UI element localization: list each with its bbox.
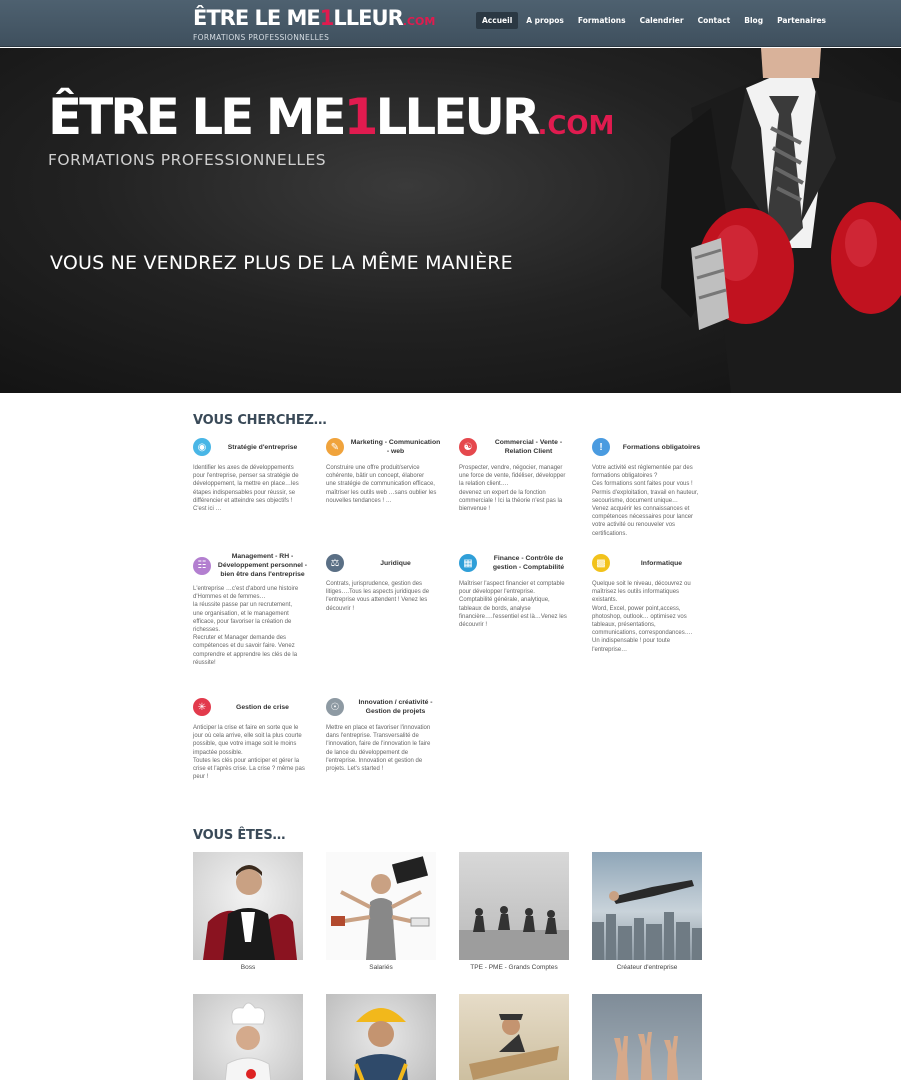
services-section-title: VOUS CHERCHEZ… (193, 413, 327, 428)
nav-item-formations[interactable]: Formations (572, 12, 632, 29)
worker-image (326, 994, 436, 1080)
service-card-text: Construire une offre produit/service coh… (326, 465, 437, 504)
nav-item-a-propos[interactable]: A propos (520, 12, 570, 29)
audience-tile-boss[interactable]: Boss (193, 852, 303, 971)
hero-banner: ÊTRE LE ME1LLEUR.COM FORMATIONS PROFESSI… (0, 48, 901, 393)
service-card-strategie[interactable]: ◉ Stratégie d'entreprise Identifier les … (193, 436, 308, 513)
service-card-informatique[interactable]: ▩ Informatique Quelque soit le niveau, d… (592, 552, 707, 654)
business-race-image (459, 852, 569, 960)
hero-logo-wordmark: ÊTRE LE ME1LLEUR.COM (48, 88, 615, 146)
audience-tile-chef[interactable] (193, 994, 303, 1080)
nav-item-blog[interactable]: Blog (738, 12, 769, 29)
service-card-juridique[interactable]: ⚖ Juridique Contrats, jurisprudence, ges… (326, 552, 441, 613)
audience-section-title: VOUS ÊTES… (193, 828, 286, 843)
nav-item-contact[interactable]: Contact (692, 12, 737, 29)
audience-tile-caption: TPE - PME - Grands Comptes (470, 964, 558, 971)
service-card-title: Formations obligatoires (622, 443, 701, 451)
crisis-icon: ✳ (193, 698, 211, 716)
service-card-obligatoires[interactable]: ! Formations obligatoires Votre activité… (592, 436, 707, 538)
service-card-text: Votre activité est réglementée par des f… (592, 465, 699, 537)
service-card-text: Maîtriser l'aspect financier et comptabl… (459, 581, 567, 629)
service-card-title: Gestion de crise (236, 703, 289, 711)
logo-wordmark: ÊTRE LE ME1LLEUR.COM (193, 6, 436, 30)
handshake-icon: ☯ (459, 438, 477, 456)
service-card-text: Quelque soit le niveau, découvrez ou maî… (592, 581, 693, 653)
service-card-text: Anticiper la crise et faire en sorte que… (193, 725, 305, 781)
laptop-icon: ▩ (592, 554, 610, 572)
hero-headline: VOUS NE VENDREZ PLUS DE LA MÊME MANIÈRE (50, 252, 513, 274)
top-navbar: ÊTRE LE ME1LLEUR.COM FORMATIONS PROFESSI… (0, 0, 901, 47)
nav-item-partenaires[interactable]: Partenaires (771, 12, 832, 29)
audience-tile-salaries[interactable]: Salariés (326, 852, 436, 971)
service-card-title: Stratégie d'entreprise (227, 443, 298, 451)
main-menu: Accueil A propos Formations Calendrier C… (476, 12, 832, 29)
scales-icon: ⚖ (326, 554, 344, 572)
logo-tagline: FORMATIONS PROFESSIONNELLES (193, 33, 330, 42)
salaries-image (326, 852, 436, 960)
pencil-icon: ✎ (326, 438, 344, 456)
boxer-businessman-image (661, 48, 901, 393)
audience-tile-tpe-pme[interactable]: TPE - PME - Grands Comptes (459, 852, 569, 971)
service-card-title: Commercial - Vente - Relation Client (494, 439, 563, 455)
calculator-icon: ▦ (459, 554, 477, 572)
audience-tile-caption: Boss (240, 964, 256, 971)
service-card-text: L'entreprise …c'est d'abord une histoire… (193, 586, 299, 666)
service-card-commercial[interactable]: ☯ Commercial - Vente - Relation Client P… (459, 436, 574, 513)
brain-icon: ◉ (193, 438, 211, 456)
flying-businessman-image (592, 852, 702, 960)
audience-tile-caption: Créateur d'entreprise (616, 964, 678, 971)
service-card-title: Management - RH - Développement personne… (217, 553, 308, 578)
service-card-management[interactable]: ☷ Management - RH - Développement person… (193, 552, 308, 667)
audience-tile-createur[interactable]: Créateur d'entreprise (592, 852, 702, 971)
service-card-title: Innovation / créativité - Gestion de pro… (358, 699, 433, 715)
service-card-finance[interactable]: ▦ Finance - Contrôle de gestion - Compta… (459, 552, 574, 629)
service-card-title: Juridique (380, 559, 411, 567)
info-icon: ! (592, 438, 610, 456)
nav-item-accueil[interactable]: Accueil (476, 12, 519, 29)
service-card-innovation[interactable]: ☉ Innovation / créativité - Gestion de p… (326, 696, 441, 773)
service-card-title: Finance - Contrôle de gestion - Comptabi… (492, 555, 565, 571)
nav-item-calendrier[interactable]: Calendrier (634, 12, 690, 29)
cardboard-plane-image (459, 994, 569, 1080)
service-card-text: Identifier les axes de développements po… (193, 465, 299, 513)
service-card-title: Marketing - Communication - web (350, 439, 441, 455)
service-card-text: Mettre en place et favoriser l'innovatio… (326, 725, 431, 773)
raised-hands-image (592, 994, 702, 1080)
chef-image (193, 994, 303, 1080)
audience-tile-caption: Salariés (369, 964, 393, 971)
site-logo[interactable]: ÊTRE LE ME1LLEUR.COM FORMATIONS PROFESSI… (193, 6, 436, 42)
service-card-text: Contrats, jurisprudence, gestion des lit… (326, 581, 430, 612)
lightbulb-icon: ☉ (326, 698, 344, 716)
service-card-gestion-crise[interactable]: ✳ Gestion de crise Anticiper la crise et… (193, 696, 308, 781)
org-chart-icon: ☷ (193, 556, 211, 575)
boss-image (193, 852, 303, 960)
hero-logo: ÊTRE LE ME1LLEUR.COM FORMATIONS PROFESSI… (48, 88, 614, 169)
audience-tile-worker[interactable] (326, 994, 436, 1080)
audience-tile-student[interactable] (459, 994, 569, 1080)
service-card-title: Informatique (640, 559, 683, 567)
audience-tile-crowd[interactable] (592, 994, 702, 1080)
service-card-text: Prospecter, vendre, négocier, manager un… (459, 465, 566, 513)
service-card-marketing[interactable]: ✎ Marketing - Communication - web Constr… (326, 436, 441, 505)
